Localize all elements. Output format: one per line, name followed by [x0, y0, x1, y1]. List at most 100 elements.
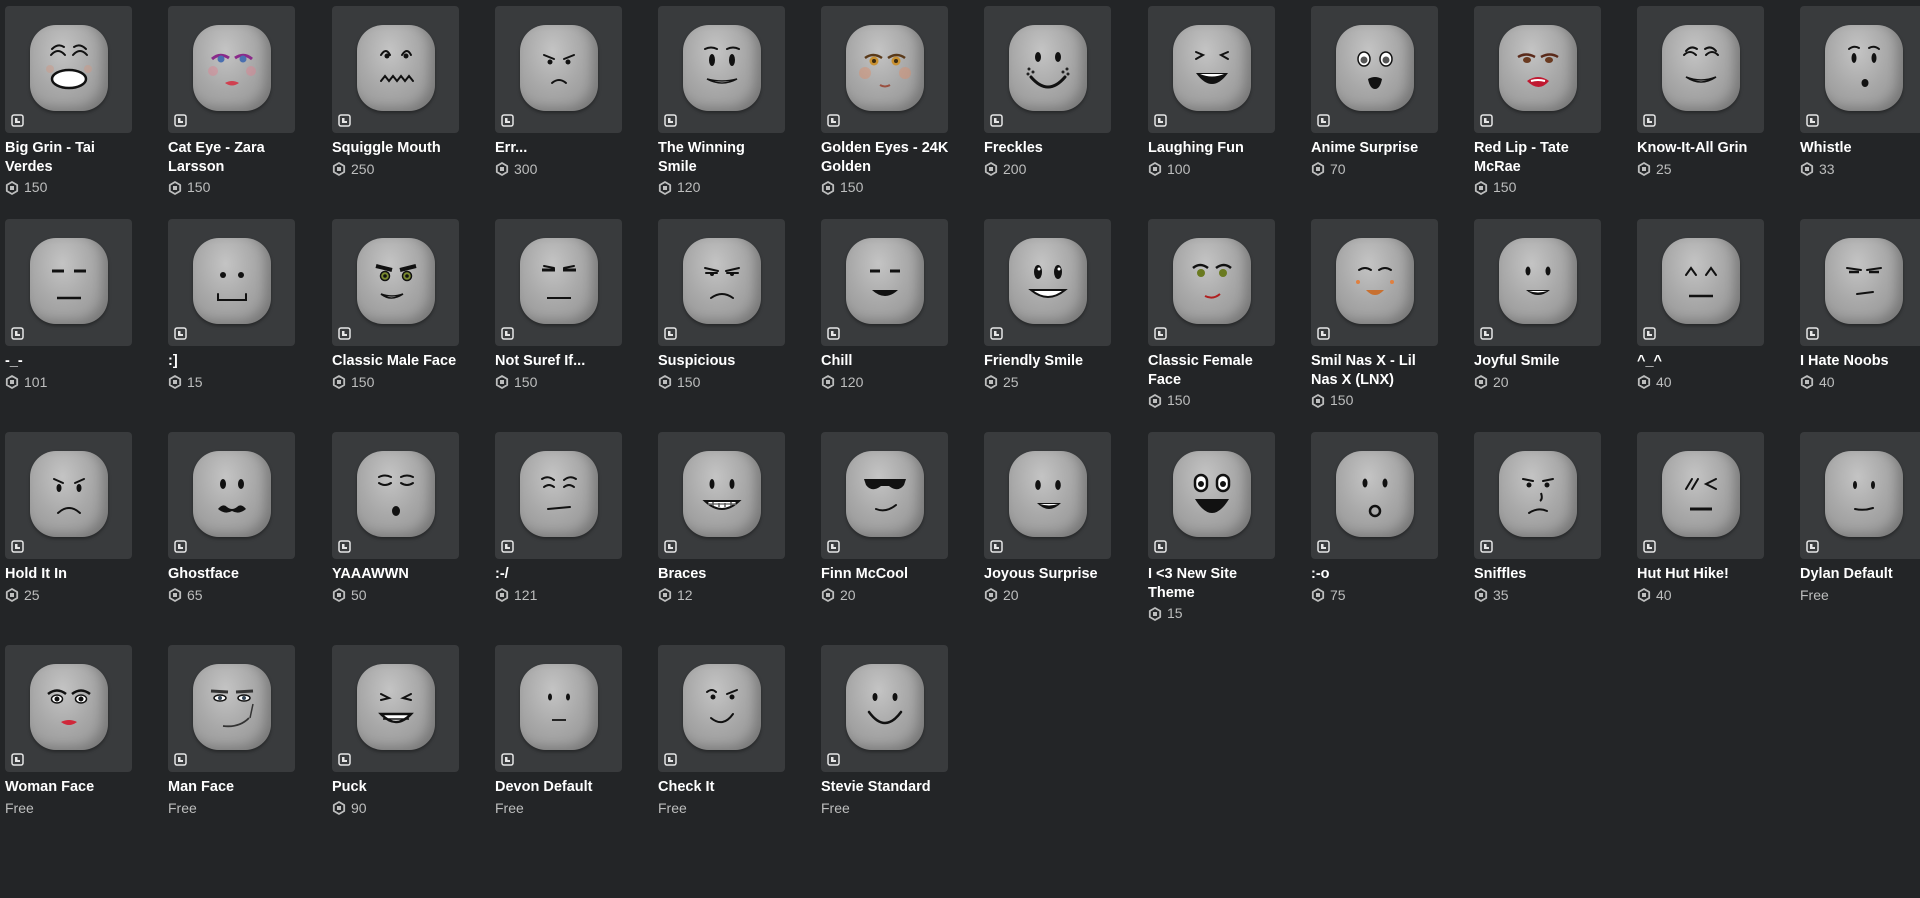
item-thumbnail[interactable] — [332, 219, 459, 346]
item-thumbnail[interactable] — [821, 6, 948, 133]
item-name[interactable]: Cat Eye - Zara Larsson — [168, 139, 297, 176]
item-thumbnail[interactable] — [821, 645, 948, 772]
item-thumbnail[interactable] — [1311, 6, 1438, 133]
item-thumbnail[interactable] — [332, 432, 459, 559]
item-name[interactable]: Joyful Smile — [1474, 352, 1603, 371]
item-thumbnail[interactable] — [1148, 432, 1275, 559]
catalog-item-card[interactable]: ^_^ 40 — [1637, 219, 1766, 391]
catalog-item-card[interactable]: Dylan Default Free — [1800, 432, 1920, 604]
item-thumbnail[interactable] — [1637, 432, 1764, 559]
item-name[interactable]: The Winning Smile — [658, 139, 787, 176]
catalog-item-card[interactable]: I <3 New Site Theme 15 — [1148, 432, 1277, 622]
item-name[interactable]: Classic Female Face — [1148, 352, 1277, 389]
item-thumbnail[interactable] — [1637, 219, 1764, 346]
item-thumbnail[interactable] — [5, 645, 132, 772]
catalog-item-card[interactable]: :] 15 — [168, 219, 297, 391]
catalog-item-card[interactable]: Stevie Standard Free — [821, 645, 950, 817]
catalog-item-card[interactable]: Friendly Smile 25 — [984, 219, 1113, 391]
catalog-item-card[interactable]: Not Suref If... 150 — [495, 219, 624, 391]
item-name[interactable]: Classic Male Face — [332, 352, 461, 371]
catalog-item-card[interactable]: :-o 75 — [1311, 432, 1440, 604]
item-thumbnail[interactable] — [658, 432, 785, 559]
catalog-item-card[interactable]: Red Lip - Tate McRae 150 — [1474, 6, 1603, 196]
item-name[interactable]: Not Suref If... — [495, 352, 624, 371]
catalog-item-card[interactable]: YAAAWWN 50 — [332, 432, 461, 604]
item-thumbnail[interactable] — [495, 6, 622, 133]
item-thumbnail[interactable] — [168, 219, 295, 346]
item-name[interactable]: Hold It In — [5, 565, 134, 584]
catalog-item-card[interactable]: Suspicious 150 — [658, 219, 787, 391]
item-thumbnail[interactable] — [495, 645, 622, 772]
item-name[interactable]: Chill — [821, 352, 950, 371]
item-thumbnail[interactable] — [1800, 432, 1920, 559]
item-name[interactable]: Friendly Smile — [984, 352, 1113, 371]
catalog-item-card[interactable]: Ghostface 65 — [168, 432, 297, 604]
item-name[interactable]: I <3 New Site Theme — [1148, 565, 1277, 602]
item-thumbnail[interactable] — [1311, 219, 1438, 346]
item-name[interactable]: Squiggle Mouth — [332, 139, 461, 158]
item-thumbnail[interactable] — [5, 432, 132, 559]
item-name[interactable]: Joyous Surprise — [984, 565, 1113, 584]
item-name[interactable]: :] — [168, 352, 297, 371]
item-thumbnail[interactable] — [658, 219, 785, 346]
catalog-item-card[interactable]: Chill 120 — [821, 219, 950, 391]
item-name[interactable]: Sniffles — [1474, 565, 1603, 584]
item-name[interactable]: Golden Eyes - 24K Golden — [821, 139, 950, 176]
item-thumbnail[interactable] — [1637, 6, 1764, 133]
item-name[interactable]: Stevie Standard — [821, 778, 950, 797]
item-thumbnail[interactable] — [5, 6, 132, 133]
item-name[interactable]: -_- — [5, 352, 134, 371]
catalog-item-card[interactable]: The Winning Smile 120 — [658, 6, 787, 196]
item-name[interactable]: Devon Default — [495, 778, 624, 797]
item-name[interactable]: Finn McCool — [821, 565, 950, 584]
item-name[interactable]: Red Lip - Tate McRae — [1474, 139, 1603, 176]
item-thumbnail[interactable] — [1148, 219, 1275, 346]
item-thumbnail[interactable] — [332, 645, 459, 772]
item-thumbnail[interactable] — [1148, 6, 1275, 133]
catalog-item-card[interactable]: Joyous Surprise 20 — [984, 432, 1113, 604]
item-name[interactable]: Puck — [332, 778, 461, 797]
catalog-item-card[interactable]: Woman Face Free — [5, 645, 134, 817]
catalog-item-card[interactable]: Big Grin - Tai Verdes 150 — [5, 6, 134, 196]
item-thumbnail[interactable] — [1474, 6, 1601, 133]
item-name[interactable]: Suspicious — [658, 352, 787, 371]
item-thumbnail[interactable] — [1474, 432, 1601, 559]
item-thumbnail[interactable] — [984, 6, 1111, 133]
item-name[interactable]: YAAAWWN — [332, 565, 461, 584]
item-thumbnail[interactable] — [821, 432, 948, 559]
item-name[interactable]: Freckles — [984, 139, 1113, 158]
item-name[interactable]: Smil Nas X - Lil Nas X (LNX) — [1311, 352, 1440, 389]
item-name[interactable]: Big Grin - Tai Verdes — [5, 139, 134, 176]
catalog-item-card[interactable]: Classic Female Face 150 — [1148, 219, 1277, 409]
catalog-item-card[interactable]: Classic Male Face 150 — [332, 219, 461, 391]
item-name[interactable]: Dylan Default — [1800, 565, 1920, 584]
catalog-item-card[interactable]: Err... 300 — [495, 6, 624, 178]
item-name[interactable]: Braces — [658, 565, 787, 584]
item-name[interactable]: :-/ — [495, 565, 624, 584]
catalog-item-card[interactable]: Anime Surprise 70 — [1311, 6, 1440, 178]
item-thumbnail[interactable] — [168, 6, 295, 133]
catalog-item-card[interactable]: Golden Eyes - 24K Golden 150 — [821, 6, 950, 196]
catalog-item-card[interactable]: Man Face Free — [168, 645, 297, 817]
item-thumbnail[interactable] — [168, 432, 295, 559]
item-name[interactable]: Laughing Fun — [1148, 139, 1277, 158]
catalog-item-card[interactable]: Finn McCool 20 — [821, 432, 950, 604]
item-name[interactable]: Woman Face — [5, 778, 134, 797]
catalog-item-card[interactable]: Puck 90 — [332, 645, 461, 817]
item-thumbnail[interactable] — [1311, 432, 1438, 559]
item-thumbnail[interactable] — [658, 645, 785, 772]
catalog-item-card[interactable]: Squiggle Mouth 250 — [332, 6, 461, 178]
item-name[interactable]: Check It — [658, 778, 787, 797]
item-thumbnail[interactable] — [984, 432, 1111, 559]
item-thumbnail[interactable] — [658, 6, 785, 133]
catalog-item-card[interactable]: Sniffles 35 — [1474, 432, 1603, 604]
catalog-item-card[interactable]: Hold It In 25 — [5, 432, 134, 604]
item-thumbnail[interactable] — [1474, 219, 1601, 346]
item-name[interactable]: ^_^ — [1637, 352, 1766, 371]
catalog-item-card[interactable]: Smil Nas X - Lil Nas X (LNX) 150 — [1311, 219, 1440, 409]
catalog-item-card[interactable]: -_- 101 — [5, 219, 134, 391]
item-thumbnail[interactable] — [495, 219, 622, 346]
item-thumbnail[interactable] — [821, 219, 948, 346]
catalog-item-card[interactable]: :-/ 121 — [495, 432, 624, 604]
catalog-item-card[interactable]: I Hate Noobs 40 — [1800, 219, 1920, 391]
